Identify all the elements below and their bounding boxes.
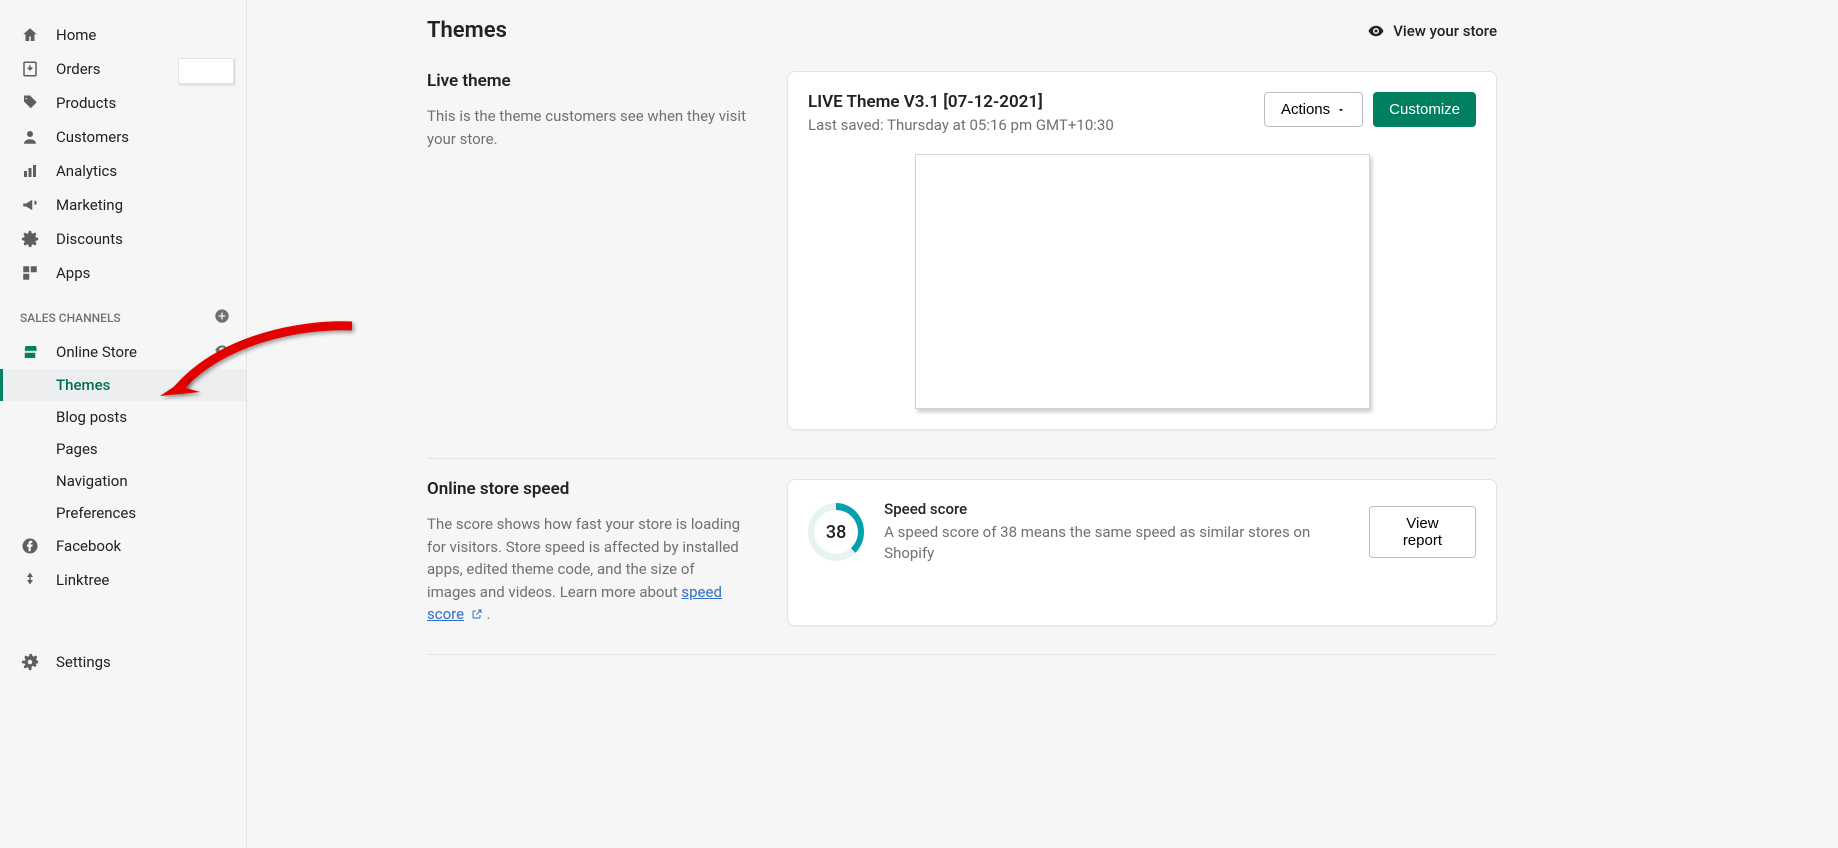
external-link-icon [471, 604, 483, 627]
view-store-eye-icon[interactable] [214, 342, 230, 362]
live-theme-heading: Live theme [427, 71, 747, 91]
speed-score-value: 38 [814, 510, 858, 554]
view-report-label: View report [1386, 515, 1459, 549]
section-divider [427, 458, 1497, 459]
nav-label: Orders [56, 60, 101, 78]
theme-name: LIVE Theme V3.1 [07-12-2021] [808, 92, 1114, 112]
orders-badge-placeholder [178, 58, 234, 84]
sub-label: Blog posts [56, 408, 127, 426]
sub-label: Pages [56, 440, 98, 458]
linktree-icon [20, 570, 40, 590]
caret-down-icon [1336, 105, 1346, 115]
sub-preferences[interactable]: Preferences [0, 497, 246, 529]
nav-label: Marketing [56, 196, 123, 214]
add-channel-icon[interactable] [214, 308, 230, 327]
section-divider [427, 654, 1497, 655]
discount-icon [20, 229, 40, 249]
home-icon [20, 25, 40, 45]
nav-label: Customers [56, 128, 129, 146]
theme-preview-thumbnail[interactable] [915, 154, 1370, 409]
nav-linktree[interactable]: Linktree [0, 563, 246, 597]
person-icon [20, 127, 40, 147]
nav-label: Home [56, 26, 96, 44]
nav-customers[interactable]: Customers [0, 120, 246, 154]
sub-pages[interactable]: Pages [0, 433, 246, 465]
nav-label: Online Store [56, 343, 137, 361]
nav-home[interactable]: Home [0, 18, 246, 52]
nav-products[interactable]: Products [0, 86, 246, 120]
tag-icon [20, 93, 40, 113]
sub-label: Preferences [56, 504, 136, 522]
nav-label: Settings [56, 653, 111, 671]
nav-marketing[interactable]: Marketing [0, 188, 246, 222]
view-store-label: View your store [1393, 22, 1497, 40]
page-title: Themes [427, 18, 507, 43]
nav-label: Linktree [56, 571, 109, 589]
live-theme-desc: This is the theme customers see when the… [427, 105, 747, 150]
sub-blog-posts[interactable]: Blog posts [0, 401, 246, 433]
customize-button[interactable]: Customize [1373, 92, 1476, 127]
section-heading-label: SALES CHANNELS [20, 311, 121, 325]
analytics-icon [20, 161, 40, 181]
orders-icon [20, 59, 40, 79]
customize-label: Customize [1389, 101, 1460, 118]
view-your-store-link[interactable]: View your store [1367, 22, 1497, 40]
nav-analytics[interactable]: Analytics [0, 154, 246, 188]
store-icon [20, 342, 40, 362]
nav-settings[interactable]: Settings [0, 645, 246, 679]
speed-gauge: 38 [808, 503, 864, 561]
apps-icon [20, 263, 40, 283]
sub-themes[interactable]: Themes [0, 369, 246, 401]
speed-description: Online store speed The score shows how f… [427, 479, 747, 626]
gear-icon [20, 652, 40, 672]
view-report-button[interactable]: View report [1369, 506, 1476, 558]
nav-facebook[interactable]: Facebook [0, 529, 246, 563]
sub-label: Navigation [56, 472, 128, 490]
eye-icon [1367, 22, 1385, 40]
nav-discounts[interactable]: Discounts [0, 222, 246, 256]
nav-label: Products [56, 94, 116, 112]
nav-label: Facebook [56, 537, 121, 555]
sidebar: Home Orders Products Customers Analytics… [0, 0, 247, 848]
nav-online-store[interactable]: Online Store [0, 335, 246, 369]
sub-label: Themes [56, 376, 110, 394]
actions-button[interactable]: Actions [1264, 92, 1363, 127]
live-theme-description: Live theme This is the theme customers s… [427, 71, 747, 430]
nav-label: Analytics [56, 162, 117, 180]
megaphone-icon [20, 195, 40, 215]
actions-label: Actions [1281, 101, 1330, 118]
speed-score-desc: A speed score of 38 means the same speed… [884, 522, 1349, 564]
speed-heading: Online store speed [427, 479, 747, 499]
nav-apps[interactable]: Apps [0, 256, 246, 290]
main-content: Themes View your store Live theme This i… [247, 0, 1677, 848]
nav-label: Discounts [56, 230, 123, 248]
speed-score-title: Speed score [884, 500, 1349, 518]
last-saved: Last saved: Thursday at 05:16 pm GMT+10:… [808, 116, 1114, 134]
facebook-icon [20, 536, 40, 556]
sub-navigation[interactable]: Navigation [0, 465, 246, 497]
online-store-submenu: Themes Blog posts Pages Navigation Prefe… [0, 369, 246, 529]
live-theme-card: LIVE Theme V3.1 [07-12-2021] Last saved:… [787, 71, 1497, 430]
nav-label: Apps [56, 264, 90, 282]
sales-channels-heading: SALES CHANNELS [0, 290, 246, 335]
speed-card: 38 Speed score A speed score of 38 means… [787, 479, 1497, 626]
period: . [487, 605, 491, 623]
